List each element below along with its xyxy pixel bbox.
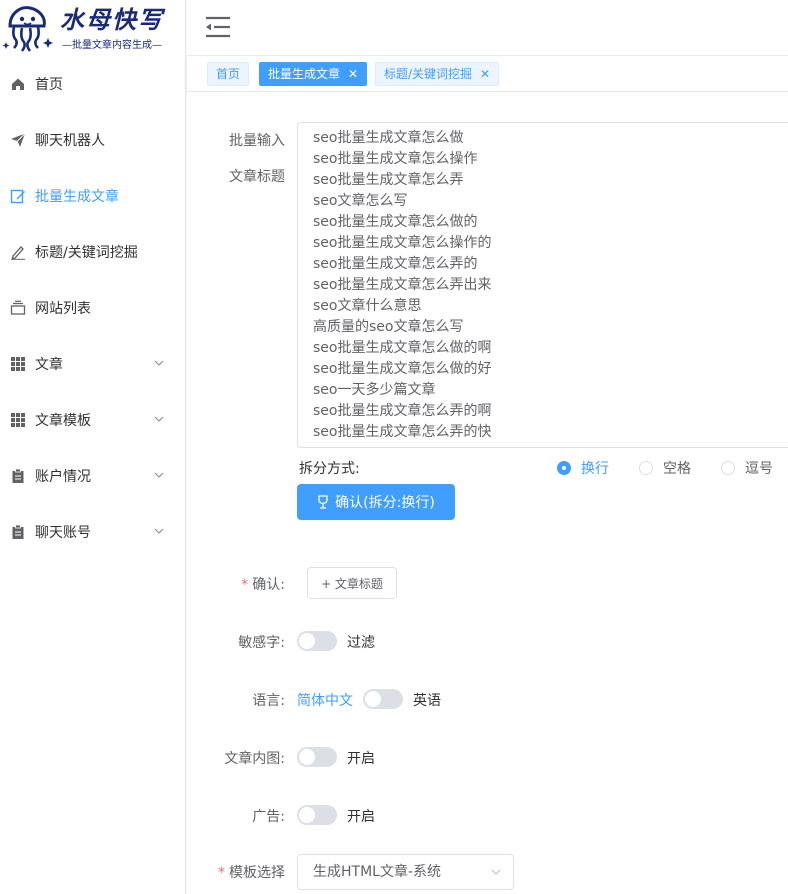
- chevron-down-icon: [154, 416, 164, 422]
- title-line: seo批量生成文章怎么做的: [313, 214, 478, 230]
- title-line: seo批量生成文章怎么做的啊: [313, 340, 492, 356]
- radio-dot: [639, 461, 653, 475]
- sidebar-item-article-templates[interactable]: 文章模板: [0, 392, 185, 448]
- confirm-split-button[interactable]: 确认(拆分:换行): [297, 484, 455, 520]
- title-line: seo批量生成文章怎么做的好: [313, 361, 492, 377]
- title-line: 高质量的seo文章怎么写: [313, 319, 464, 335]
- clipboard-icon: [10, 524, 26, 540]
- sidebar-item-chatbot[interactable]: 聊天机器人: [0, 112, 185, 168]
- tab-keyword-mining[interactable]: 标题/关键词挖掘 ✕: [375, 62, 500, 86]
- language-label: 语言:: [252, 693, 285, 709]
- title-line: seo一天多少篇文章: [313, 382, 436, 398]
- sidebar-item-chat-accounts[interactable]: 聊天账号: [0, 504, 185, 560]
- split-radio-newline[interactable]: 换行: [557, 458, 609, 478]
- sidebar-item-label: 网站列表: [35, 301, 91, 317]
- sidebar-item-label: 文章模板: [35, 413, 91, 429]
- radio-label: 换行: [581, 461, 609, 477]
- clipboard-icon: [10, 468, 26, 484]
- sidebar-item-label: 文章: [35, 357, 63, 373]
- sidebar-menu: 首页 聊天机器人 批量生成文章 标题/关键词挖掘 网站列表 文章 文章模板 账户…: [0, 56, 185, 560]
- confirm-split-label: 确认(拆分:换行): [335, 495, 435, 511]
- grid-icon: [10, 356, 26, 372]
- jellyfish-logo-icon: [2, 6, 53, 52]
- radio-label: 逗号: [745, 461, 773, 477]
- tags-view: 首页 批量生成文章 ✕ 标题/关键词挖掘 ✕: [187, 56, 788, 92]
- close-icon[interactable]: ✕: [480, 67, 490, 81]
- tab-label: 标题/关键词挖掘: [384, 67, 473, 81]
- sidebar-item-site-list[interactable]: 网站列表: [0, 280, 185, 336]
- sidebar-item-keyword-mining[interactable]: 标题/关键词挖掘: [0, 224, 185, 280]
- edit-icon: [10, 188, 26, 204]
- tab-batch-generate[interactable]: 批量生成文章 ✕: [259, 62, 368, 86]
- close-icon[interactable]: ✕: [348, 67, 358, 81]
- top-header: [187, 0, 788, 56]
- tab-home[interactable]: 首页: [207, 62, 250, 86]
- title-line: seo文章怎么写: [313, 193, 408, 209]
- app-title: 水母快写: [60, 5, 164, 34]
- language-english-text: 英语: [413, 693, 441, 709]
- tab-label: 首页: [216, 67, 241, 81]
- sidebar: 水母快写 —批量文章内容生成— 首页 聊天机器人 批量生成文章 标题/关键词挖掘…: [0, 0, 186, 894]
- app-subtitle: —批量文章内容生成—: [62, 39, 162, 51]
- batch-input-label: 批量输入: [229, 133, 285, 149]
- sidebar-item-label: 标题/关键词挖掘: [35, 245, 138, 261]
- title-line: seo批量生成文章怎么操作的: [313, 235, 492, 251]
- add-article-title-button[interactable]: + 文章标题: [307, 567, 397, 599]
- inner-image-switch[interactable]: [297, 747, 337, 767]
- title-line: seo批量生成文章怎么弄的快: [313, 424, 492, 440]
- chevron-down-icon: [154, 472, 164, 478]
- sidebar-item-account-status[interactable]: 账户情况: [0, 448, 185, 504]
- main-content: 批量输入 文章标题 seo批量生成文章怎么做 seo批量生成文章怎么操作 seo…: [187, 92, 788, 894]
- title-line: seo批量生成文章怎么弄的啊: [313, 403, 492, 419]
- sidebar-item-home[interactable]: 首页: [0, 56, 185, 112]
- sidebar-item-label: 聊天账号: [35, 525, 91, 541]
- template-select-value: 生成HTML文章-系统: [313, 864, 442, 880]
- radio-label: 空格: [663, 461, 691, 477]
- home-icon: [10, 76, 26, 92]
- ads-switch[interactable]: [297, 805, 337, 825]
- trophy-icon: [318, 495, 328, 509]
- sensitive-words-text: 过滤: [347, 635, 375, 651]
- layers-icon: [10, 300, 26, 316]
- tab-label: 批量生成文章: [268, 67, 341, 81]
- template-select[interactable]: 生成HTML文章-系统: [297, 854, 514, 890]
- language-switch[interactable]: [363, 689, 403, 709]
- chevron-down-icon: [491, 869, 501, 875]
- title-line: seo批量生成文章怎么做: [313, 130, 464, 146]
- inner-image-label: 文章内图:: [224, 751, 285, 767]
- split-mode-label: 拆分方式:: [299, 461, 360, 477]
- send-icon: [10, 132, 26, 148]
- confirm-label: * 确认:: [241, 577, 285, 593]
- sidebar-item-batch-generate[interactable]: 批量生成文章: [0, 168, 185, 224]
- article-title-label: 文章标题: [229, 169, 285, 185]
- template-select-label: * 模板选择: [218, 865, 285, 881]
- logo[interactable]: 水母快写 —批量文章内容生成—: [0, 0, 185, 56]
- radio-dot: [721, 461, 735, 475]
- sensitive-words-label: 敏感字:: [238, 635, 285, 651]
- radio-dot: [557, 461, 571, 475]
- sidebar-item-label: 批量生成文章: [35, 189, 119, 205]
- title-line: seo批量生成文章怎么弄的: [313, 256, 478, 272]
- title-line: seo批量生成文章怎么操作: [313, 151, 478, 167]
- title-line: seo批量生成文章怎么弄出来: [313, 277, 492, 293]
- sidebar-item-label: 账户情况: [35, 469, 91, 485]
- sidebar-item-articles[interactable]: 文章: [0, 336, 185, 392]
- pen-icon: [10, 244, 26, 260]
- ads-text: 开启: [347, 809, 375, 825]
- chevron-down-icon: [154, 528, 164, 534]
- split-radio-space[interactable]: 空格: [639, 458, 691, 478]
- sidebar-item-label: 聊天机器人: [35, 133, 105, 149]
- inner-image-text: 开启: [347, 751, 375, 767]
- chevron-down-icon: [154, 360, 164, 366]
- ads-label: 广告:: [252, 809, 285, 825]
- title-line: seo文章什么意思: [313, 298, 422, 314]
- split-radio-comma[interactable]: 逗号: [721, 458, 773, 478]
- collapse-menu-icon[interactable]: [206, 16, 230, 38]
- grid-icon: [10, 412, 26, 428]
- titles-textarea[interactable]: seo批量生成文章怎么做 seo批量生成文章怎么操作 seo批量生成文章怎么弄 …: [297, 122, 788, 448]
- sensitive-words-switch[interactable]: [297, 631, 337, 651]
- language-chinese-text: 简体中文: [297, 693, 353, 709]
- title-line: seo批量生成文章怎么弄: [313, 172, 464, 188]
- sidebar-item-label: 首页: [35, 77, 63, 93]
